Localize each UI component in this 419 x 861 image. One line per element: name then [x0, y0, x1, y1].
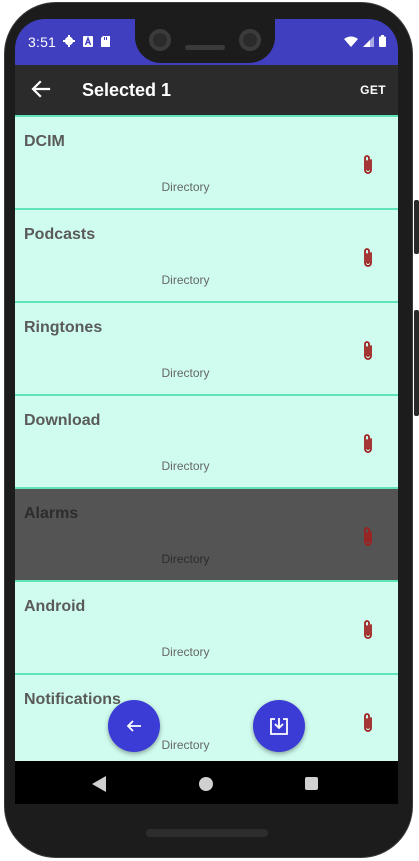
front-sensor — [239, 29, 261, 51]
nav-home-icon[interactable] — [199, 777, 213, 791]
import-fab[interactable] — [253, 700, 305, 752]
list-item-name: Ringtones — [24, 319, 103, 336]
app-toolbar: Selected 1 GET — [15, 65, 398, 115]
paperclip-icon[interactable] — [358, 618, 378, 642]
status-right-icons — [344, 35, 386, 47]
wifi-icon — [344, 36, 358, 47]
list-item[interactable]: DCIM Directory — [15, 115, 398, 208]
sd-card-icon — [101, 35, 110, 47]
list-item[interactable]: Download Directory — [15, 394, 398, 487]
paperclip-icon[interactable] — [358, 525, 378, 549]
get-button[interactable]: GET — [360, 83, 386, 97]
list-item-type: Directory — [161, 645, 210, 659]
status-time: 3:51 — [28, 34, 57, 50]
list-item[interactable]: Alarms Directory — [15, 487, 398, 580]
list-item-name: Android — [24, 598, 86, 615]
list-item-name: Download — [24, 412, 101, 429]
back-fab[interactable] — [108, 700, 160, 752]
list-item-type: Directory — [161, 180, 210, 194]
list-item[interactable]: Notifications Directory — [15, 673, 398, 761]
a-icon — [83, 35, 93, 47]
nav-recents-icon[interactable] — [305, 777, 318, 790]
gear-icon — [63, 35, 75, 47]
power-button — [414, 200, 419, 254]
arrow-left-icon — [126, 720, 141, 732]
download-box-icon — [270, 718, 288, 735]
list-item-type: Directory — [161, 552, 210, 566]
signal-icon — [363, 35, 374, 47]
list-item-name: Notifications — [24, 691, 121, 708]
list-item[interactable]: Android Directory — [15, 580, 398, 673]
battery-icon — [379, 35, 386, 47]
bottom-speaker — [146, 829, 268, 837]
volume-button — [414, 310, 419, 416]
list-item-type: Directory — [161, 366, 210, 380]
paperclip-icon[interactable] — [358, 432, 378, 456]
paperclip-icon[interactable] — [358, 711, 378, 735]
list-item-type: Directory — [161, 273, 210, 287]
status-left-icons — [63, 35, 110, 47]
system-nav-bar — [15, 761, 398, 804]
list-item-name: DCIM — [24, 133, 65, 150]
list-item[interactable]: Ringtones Directory — [15, 301, 398, 394]
earpiece — [185, 45, 225, 50]
camera-notch — [135, 19, 275, 63]
list-item-type: Directory — [161, 459, 210, 473]
front-camera — [149, 29, 171, 51]
toolbar-title: Selected 1 — [82, 80, 172, 100]
paperclip-icon[interactable] — [358, 246, 378, 270]
paperclip-icon[interactable] — [358, 339, 378, 363]
list-item-type: Directory — [161, 738, 210, 752]
list-item-name: Alarms — [24, 505, 79, 522]
phone-frame: 3:51 Selected 1 GET DCIM Directory Podca… — [0, 0, 419, 861]
file-list: DCIM Directory Podcasts Directory Ringtones D… — [15, 115, 398, 761]
nav-back-icon[interactable] — [92, 776, 106, 792]
back-arrow-icon[interactable] — [29, 77, 53, 101]
screen: 3:51 Selected 1 GET DCIM Directory Podca… — [15, 19, 398, 804]
list-item-name: Podcasts — [24, 226, 96, 243]
list-item[interactable]: Podcasts Directory — [15, 208, 398, 301]
paperclip-icon[interactable] — [358, 153, 378, 177]
